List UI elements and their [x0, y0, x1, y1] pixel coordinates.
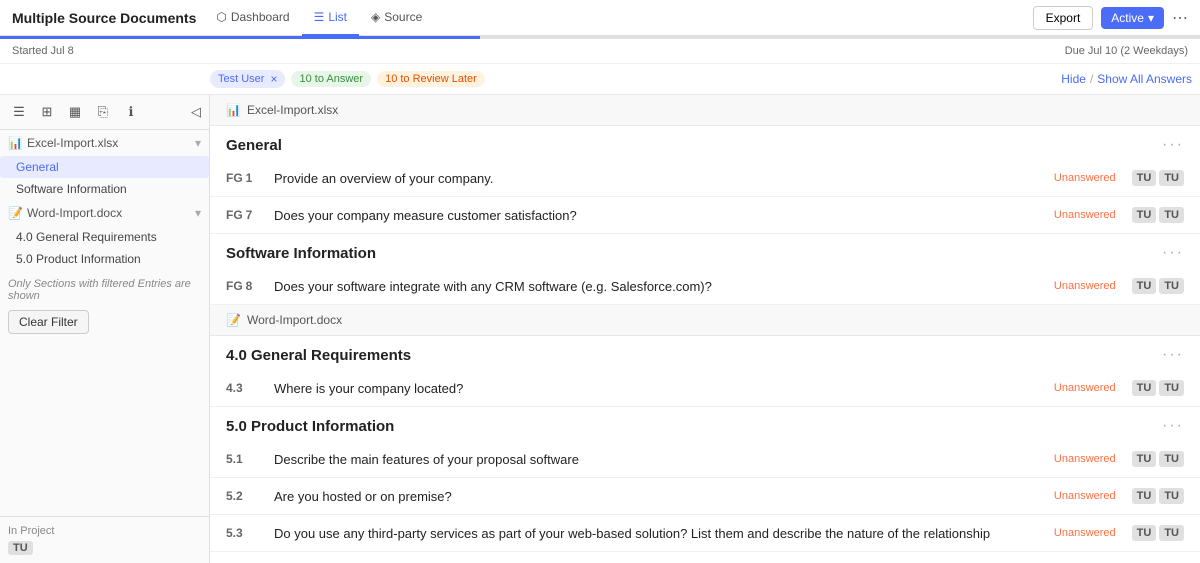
tu-avatar[interactable]: TU: [1132, 207, 1157, 223]
section-more-software[interactable]: ···: [1162, 244, 1184, 262]
tab-list[interactable]: ☰ List: [302, 0, 359, 36]
in-project-section: In Project TU: [0, 516, 209, 563]
tab-dashboard[interactable]: ⬡ Dashboard: [204, 0, 301, 36]
section-more-gen-req[interactable]: ···: [1162, 346, 1184, 364]
tu-avatar[interactable]: TU: [1132, 488, 1157, 504]
tu-avatars: TU TU: [1132, 278, 1184, 294]
list-icon: ☰: [314, 10, 325, 24]
tu-avatar[interactable]: TU: [1159, 451, 1184, 467]
excel-file-icon: 📊: [8, 136, 23, 150]
section-header-gen-req: 4.0 General Requirements ···: [210, 336, 1200, 370]
in-project-user-badge: TU: [8, 541, 33, 555]
section-more-general[interactable]: ···: [1162, 136, 1184, 154]
nav-tabs: ⬡ Dashboard ☰ List ◈ Source: [204, 0, 434, 36]
main-layout: ☰ ⊞ ▦ ⎘ ℹ ◁ 📊 Excel-Import.xlsx ▾ Genera…: [0, 95, 1200, 563]
review-filter-chip[interactable]: 10 to Review Later: [377, 71, 485, 87]
clear-filter-button[interactable]: Clear Filter: [8, 310, 89, 334]
word-content-icon: 📝: [226, 313, 241, 327]
user-filter-chip[interactable]: Test User ×: [210, 70, 285, 88]
hide-show-answers[interactable]: Hide / Show All Answers: [1061, 72, 1192, 86]
tu-avatar[interactable]: TU: [1159, 488, 1184, 504]
filter-bar: Test User × 10 to Answer 10 to Review La…: [210, 70, 1055, 88]
info-icon[interactable]: ℹ: [120, 101, 142, 123]
copy-icon[interactable]: ⎘: [92, 101, 114, 123]
source-icon: ◈: [371, 10, 380, 24]
filter-note: Only Sections with filtered Entries are …: [0, 270, 209, 306]
question-row: 5.1 Describe the main features of your p…: [210, 441, 1200, 478]
sidebar-section-software-info[interactable]: Software Information: [0, 178, 209, 200]
collapse-word-icon[interactable]: ▾: [195, 206, 201, 220]
tu-avatars: TU TU: [1132, 207, 1184, 223]
tu-avatar[interactable]: TU: [1159, 380, 1184, 396]
remove-filter-icon[interactable]: ×: [270, 72, 277, 86]
more-options-icon[interactable]: ⋯: [1172, 8, 1188, 28]
file-header-excel: 📊 Excel-Import.xlsx: [210, 95, 1200, 126]
question-row: FG 7 Does your company measure customer …: [210, 197, 1200, 234]
top-bar-left: Multiple Source Documents ⬡ Dashboard ☰ …: [12, 0, 434, 36]
tu-avatar[interactable]: TU: [1132, 451, 1157, 467]
content-area: 📊 Excel-Import.xlsx General ··· FG 1 Pro…: [210, 95, 1200, 563]
tu-avatar[interactable]: TU: [1159, 278, 1184, 294]
tu-avatar[interactable]: TU: [1132, 278, 1157, 294]
tu-avatars: TU TU: [1132, 451, 1184, 467]
question-row: 4.3 Where is your company located? Unans…: [210, 370, 1200, 407]
sidebar-section-general-req[interactable]: 4.0 General Requirements: [0, 226, 209, 248]
sidebar-section-product-info[interactable]: 5.0 Product Information: [0, 248, 209, 270]
top-bar: Multiple Source Documents ⬡ Dashboard ☰ …: [0, 0, 1200, 36]
tu-avatar[interactable]: TU: [1132, 525, 1157, 541]
date-bar: Started Jul 8 Due Jul 10 (2 Weekdays): [0, 39, 1200, 64]
section-header-software: Software Information ···: [210, 234, 1200, 268]
question-row: FG 8 Does your software integrate with a…: [210, 268, 1200, 305]
tu-avatars: TU TU: [1132, 525, 1184, 541]
word-file-icon: 📝: [8, 206, 23, 220]
question-row: 5.3 Do you use any third-party services …: [210, 515, 1200, 552]
section-more-product[interactable]: ···: [1162, 417, 1184, 435]
dashboard-icon: ⬡: [216, 10, 226, 24]
tab-source[interactable]: ◈ Source: [359, 0, 434, 36]
due-date: Due Jul 10 (2 Weekdays): [1065, 45, 1188, 57]
sidebar: ☰ ⊞ ▦ ⎘ ℹ ◁ 📊 Excel-Import.xlsx ▾ Genera…: [0, 95, 210, 563]
tu-avatars: TU TU: [1132, 488, 1184, 504]
question-row: 5.2 Are you hosted or on premise? Unansw…: [210, 478, 1200, 515]
section-header-general: General ···: [210, 126, 1200, 160]
chevron-down-icon: ▾: [1148, 11, 1154, 25]
tu-avatars: TU TU: [1132, 380, 1184, 396]
tu-avatars: TU TU: [1132, 170, 1184, 186]
active-button[interactable]: Active ▾: [1101, 7, 1164, 29]
sidebar-file-word[interactable]: 📝 Word-Import.docx ▾: [0, 200, 209, 226]
grid-icon[interactable]: ⊞: [36, 101, 58, 123]
started-date: Started Jul 8: [12, 45, 74, 57]
sidebar-file-excel[interactable]: 📊 Excel-Import.xlsx ▾: [0, 130, 209, 156]
tu-avatar[interactable]: TU: [1159, 525, 1184, 541]
tu-avatar[interactable]: TU: [1159, 207, 1184, 223]
collapse-excel-icon[interactable]: ▾: [195, 136, 201, 150]
tu-avatar[interactable]: TU: [1132, 380, 1157, 396]
calendar-icon[interactable]: ▦: [64, 101, 86, 123]
sidebar-collapse-icon[interactable]: ◁: [191, 104, 201, 120]
section-header-product: 5.0 Product Information ···: [210, 407, 1200, 441]
answer-filter-chip[interactable]: 10 to Answer: [291, 71, 371, 87]
top-bar-actions: Export Active ▾ ⋯: [1033, 6, 1188, 30]
file-header-word: 📝 Word-Import.docx: [210, 305, 1200, 336]
sidebar-content: 📊 Excel-Import.xlsx ▾ General Software I…: [0, 130, 209, 516]
app-title: Multiple Source Documents: [12, 10, 196, 26]
outline-icon[interactable]: ☰: [8, 101, 30, 123]
excel-content-icon: 📊: [226, 103, 241, 117]
sidebar-section-general[interactable]: General: [0, 156, 209, 178]
filter-bar-wrapper: Test User × 10 to Answer 10 to Review La…: [0, 64, 1200, 95]
export-button[interactable]: Export: [1033, 6, 1094, 30]
question-row: FG 1 Provide an overview of your company…: [210, 160, 1200, 197]
sidebar-toolbar: ☰ ⊞ ▦ ⎘ ℹ ◁: [0, 95, 209, 130]
tu-avatar[interactable]: TU: [1159, 170, 1184, 186]
in-project-label: In Project: [8, 525, 54, 537]
tu-avatar[interactable]: TU: [1132, 170, 1157, 186]
